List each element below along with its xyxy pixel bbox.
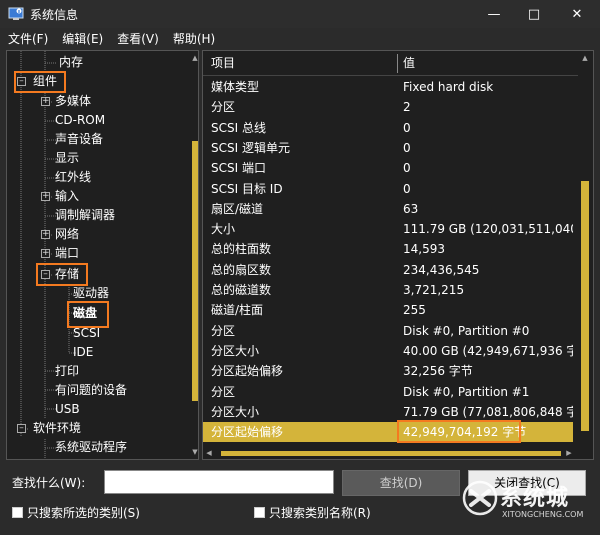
header-divider (203, 75, 578, 76)
tree-item-software[interactable]: 软件环境 (33, 419, 81, 438)
table-vertical-scrollbar[interactable]: ▲ (578, 51, 592, 446)
tree-item-network[interactable]: 网络 (55, 225, 79, 244)
expand-icon[interactable]: + (41, 97, 50, 106)
table-scroll-thumb[interactable] (581, 181, 589, 431)
table-row[interactable]: 磁道/柱面 255 (203, 300, 573, 320)
table-row[interactable]: SCSI 端口 0 (203, 158, 573, 178)
table-row[interactable]: 总的扇区数 234,436,545 (203, 260, 573, 280)
tree-item-usb[interactable]: USB (55, 400, 80, 419)
expand-icon[interactable]: + (41, 192, 50, 201)
scroll-left-icon[interactable]: ◀ (205, 448, 213, 459)
scroll-down-icon[interactable]: ▼ (191, 447, 198, 457)
search-selected-category-checkbox[interactable] (12, 507, 23, 518)
table-row[interactable]: 分区 2 (203, 97, 573, 117)
search-category-names-option[interactable]: 只搜索类别名称(R) (254, 504, 371, 521)
menu-bar: 文件(F) 编辑(E) 查看(V) 帮助(H) (0, 28, 600, 48)
search-category-names-checkbox[interactable] (254, 507, 265, 518)
tree-item-ide[interactable]: IDE (73, 343, 93, 362)
tree-item-multimedia[interactable]: 多媒体 (55, 92, 91, 111)
table-row[interactable]: SCSI 目标 ID 0 (203, 179, 573, 199)
minimize-button[interactable]: — (474, 0, 514, 28)
column-header-value[interactable]: 值 (403, 51, 415, 75)
tree-item-input[interactable]: 输入 (55, 187, 79, 206)
watermark-logo-icon (462, 480, 498, 516)
tree-item-system-drivers[interactable]: 系统驱动程序 (55, 438, 127, 457)
table-row[interactable]: 分区起始偏移 32,256 字节 (203, 361, 573, 381)
table-row[interactable]: 扇区/磁道 63 (203, 199, 573, 219)
tree-item-scsi[interactable]: SCSI (73, 324, 100, 343)
watermark-text: 系统城 (500, 486, 570, 511)
column-separator[interactable] (397, 54, 398, 73)
category-tree[interactable]: 内存 – 组件 + 多媒体 CD-ROM 声音设备 显示 红外线 + 输入 调制… (6, 50, 199, 460)
menu-edit[interactable]: 编辑(E) (62, 30, 103, 47)
table-row[interactable]: SCSI 逻辑单元 0 (203, 138, 573, 158)
search-input[interactable] (104, 470, 334, 494)
table-row[interactable]: 分区 Disk #0, Partition #0 (203, 321, 573, 341)
menu-view[interactable]: 查看(V) (117, 30, 159, 47)
search-category-names-label: 只搜索类别名称(R) (269, 506, 371, 520)
table-horizontal-scrollbar[interactable]: ◀ ▶ (203, 448, 578, 459)
table-row[interactable]: 大小111.79 GB (120,031,511,040 字 (203, 219, 573, 239)
table-row[interactable]: SCSI 总线 0 (203, 118, 573, 138)
collapse-icon[interactable]: – (17, 424, 26, 433)
search-label: 查找什么(W): (12, 476, 86, 490)
watermark-subtext: XITONGCHENG.COM (502, 510, 584, 519)
site-watermark: 系统城 XITONGCHENG.COM (462, 478, 596, 532)
tree-item-display[interactable]: 显示 (55, 149, 79, 168)
expand-icon[interactable]: + (41, 249, 50, 258)
table-row[interactable]: 总的磁道数 3,721,215 (203, 280, 573, 300)
tree-item-printing[interactable]: 打印 (55, 362, 79, 381)
window-title: 系统信息 (30, 7, 79, 22)
close-button[interactable]: ✕ (554, 0, 600, 28)
scroll-up-icon[interactable]: ▲ (191, 53, 198, 63)
menu-file[interactable]: 文件(F) (8, 30, 48, 47)
table-hscroll-thumb[interactable] (221, 451, 561, 456)
column-header-item[interactable]: 项目 (211, 51, 235, 75)
scroll-up-icon[interactable]: ▲ (581, 53, 589, 63)
highlight-box-storage (36, 263, 88, 286)
table-row[interactable]: 分区大小 40.00 GB (42,949,671,936 字节 (203, 341, 573, 361)
tree-item-cdrom[interactable]: CD-ROM (55, 111, 105, 130)
highlight-box-components (14, 71, 66, 93)
scroll-right-icon[interactable]: ▶ (565, 448, 573, 459)
tree-scroll-thumb[interactable] (192, 141, 198, 401)
expand-icon[interactable]: + (41, 230, 50, 239)
tree-vertical-scrollbar[interactable]: ▲ ▼ (191, 51, 198, 459)
details-table: 项目 值 媒体类型 Fixed hard disk 分区 2 SCSI 总线 0 SC… (202, 50, 594, 460)
tree-item-modem[interactable]: 调制解调器 (55, 206, 115, 225)
highlight-box-offset-value (397, 420, 521, 443)
maximize-button[interactable]: □ (514, 0, 554, 28)
tree-item-sound[interactable]: 声音设备 (55, 130, 103, 149)
table-row[interactable]: 媒体类型 Fixed hard disk (203, 77, 573, 97)
tree-item-memory[interactable]: 内存 (59, 53, 83, 72)
system-info-icon (8, 7, 24, 20)
search-selected-category-option[interactable]: 只搜索所选的类别(S) (12, 504, 140, 521)
title-bar: 系统信息 — □ ✕ (0, 0, 600, 28)
table-row[interactable]: 总的柱面数 14,593 (203, 239, 573, 259)
tree-item-problem-devices[interactable]: 有问题的设备 (55, 381, 127, 400)
find-button[interactable]: 查找(D) (342, 470, 460, 496)
search-selected-category-label: 只搜索所选的类别(S) (27, 506, 140, 520)
tree-item-ports[interactable]: 端口 (55, 244, 79, 263)
table-row[interactable]: 分区 Disk #0, Partition #1 (203, 382, 573, 402)
menu-help[interactable]: 帮助(H) (173, 30, 215, 47)
tree-item-infrared[interactable]: 红外线 (55, 168, 91, 187)
